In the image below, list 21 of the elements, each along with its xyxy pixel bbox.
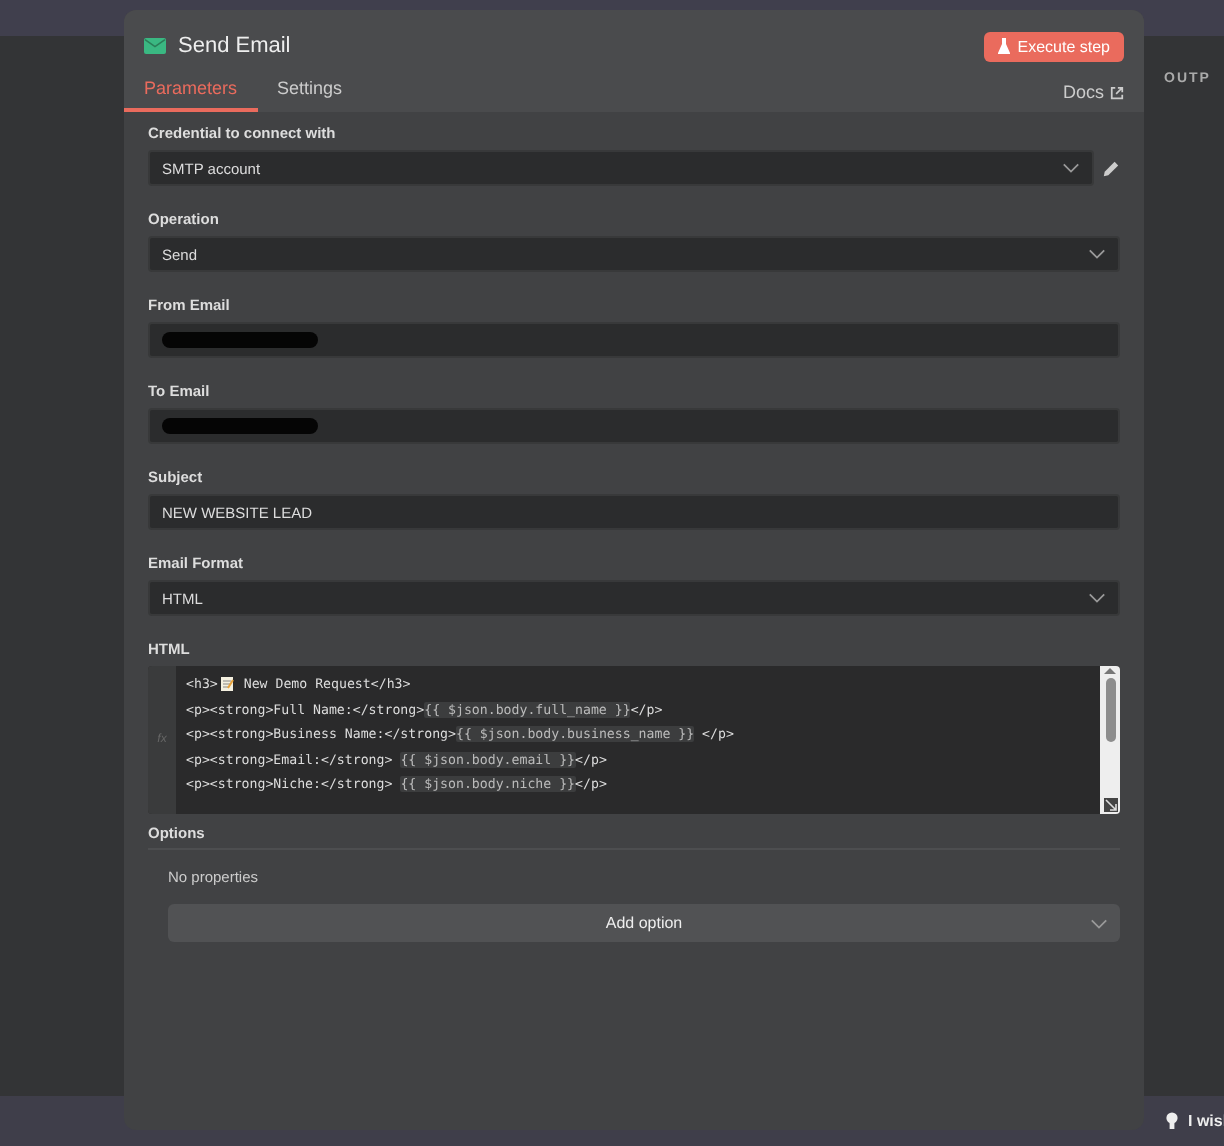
chevron-down-icon: [1062, 162, 1080, 174]
chevron-down-icon: [1088, 248, 1106, 260]
external-link-icon: [1110, 85, 1124, 99]
input-field[interactable]: [148, 322, 1120, 358]
flask-icon: [997, 38, 1010, 54]
dialog-title: Send Email: [178, 34, 291, 58]
docs-link[interactable]: Docs: [1062, 82, 1124, 102]
resize-handle-icon[interactable]: [1103, 798, 1117, 812]
scroll-up-icon[interactable]: [1104, 666, 1116, 674]
scrollbar[interactable]: [1100, 666, 1120, 814]
envelope-icon: [144, 38, 166, 54]
pencil-icon[interactable]: [1102, 159, 1120, 177]
chevron-down-icon: [1088, 592, 1106, 604]
code-editor[interactable]: [148, 666, 1120, 814]
lightbulb-icon: [1166, 1112, 1178, 1130]
memo-icon: [219, 676, 234, 693]
chevron-down-icon: [1090, 918, 1108, 930]
add-option-button[interactable]: Add option: [168, 904, 1120, 942]
input-field[interactable]: [148, 408, 1120, 444]
hint-text: I wisl: [1188, 1112, 1224, 1130]
tab[interactable]: Settings: [257, 78, 363, 112]
